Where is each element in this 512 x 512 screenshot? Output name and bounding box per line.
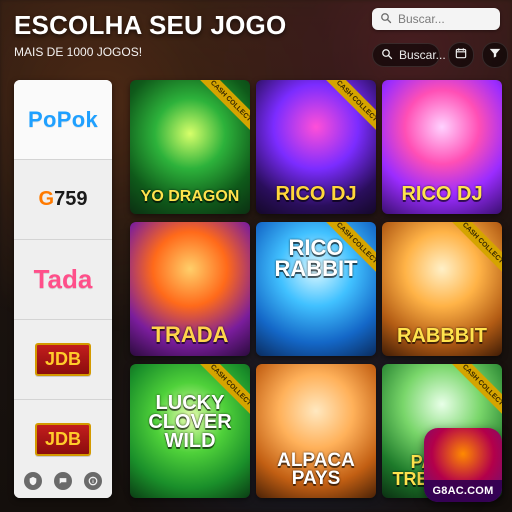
- tada-logo: Tada: [33, 264, 93, 294]
- page-header: ESCOLHA SEU JOGO MAIS DE 1000 JOGOS!: [14, 10, 286, 59]
- page-subtitle: MAIS DE 1000 JOGOS!: [14, 45, 143, 59]
- search-button-label: Buscar...: [399, 48, 446, 62]
- calendar-icon: [454, 46, 468, 65]
- filter-icon: [488, 46, 502, 65]
- game-title: RABBBIT: [397, 325, 487, 347]
- game-card-rabbbit[interactable]: CASH COLLECT RABBBIT: [382, 222, 502, 356]
- game-card-rico-dj[interactable]: CASH COLLECT RICO DJ: [256, 80, 376, 214]
- shield-icon[interactable]: [24, 472, 42, 490]
- game-title: RICO DJ: [401, 183, 483, 205]
- game-title: RICO RABBIT: [274, 235, 358, 281]
- game-card-lucky-clover-wild[interactable]: CASH COLLECT LUCKY CLOVER WILD: [130, 364, 250, 498]
- top-search-field[interactable]: Buscar...: [372, 8, 500, 30]
- game-title: YO DRAGON: [140, 187, 240, 205]
- jdb-logo: JDB: [34, 423, 91, 456]
- info-icon[interactable]: [84, 472, 102, 490]
- promo-floating-button[interactable]: G8AC.COM: [424, 428, 502, 502]
- promo-label: G8AC.COM: [424, 480, 502, 502]
- game-title: RICO DJ: [275, 183, 357, 205]
- page-title: ESCOLHA SEU JOGO: [14, 10, 287, 40]
- filter-button[interactable]: [482, 42, 508, 68]
- provider-popok[interactable]: PoPok: [14, 80, 112, 160]
- calendar-button[interactable]: [448, 42, 474, 68]
- game-card-rico-rabbit[interactable]: CASH COLLECT RICO RABBIT: [256, 222, 376, 356]
- chat-icon[interactable]: [54, 472, 72, 490]
- toolbar: Buscar...: [372, 42, 508, 68]
- g759-logo: G759: [38, 188, 88, 210]
- provider-jdb-1[interactable]: JDB: [14, 320, 112, 400]
- provider-g759[interactable]: G759: [14, 160, 112, 240]
- search-placeholder: Buscar...: [398, 12, 445, 26]
- search-button[interactable]: Buscar...: [372, 43, 446, 67]
- search-icon: [381, 48, 393, 63]
- game-title: TRADA: [151, 322, 229, 348]
- game-title: ALPACA PAYS: [277, 449, 355, 489]
- provider-sidebar: PoPok G759 Tada JDB JDB: [14, 80, 112, 498]
- search-icon: [380, 12, 392, 27]
- game-card-yo-dragon[interactable]: CASH COLLECT YO DRAGON: [130, 80, 250, 214]
- game-title: LUCKY CLOVER WILD: [148, 392, 232, 452]
- game-card-alpaca-pays[interactable]: ALPACA PAYS: [256, 364, 376, 498]
- sidebar-footer: [14, 464, 112, 498]
- game-card-trada[interactable]: TRADA: [130, 222, 250, 356]
- provider-tada[interactable]: Tada: [14, 240, 112, 320]
- game-card-rico-dj-alt[interactable]: RICO DJ: [382, 80, 502, 214]
- jdb-logo: JDB: [34, 343, 91, 376]
- popok-logo: PoPok: [28, 106, 98, 132]
